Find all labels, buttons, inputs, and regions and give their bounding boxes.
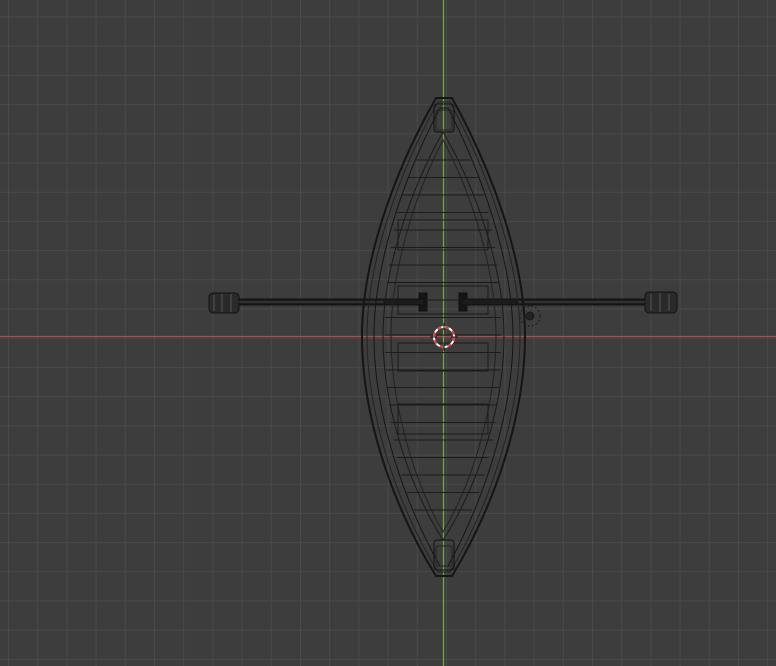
viewport-canvas[interactable] — [0, 0, 776, 666]
3d-viewport[interactable] — [0, 0, 776, 666]
